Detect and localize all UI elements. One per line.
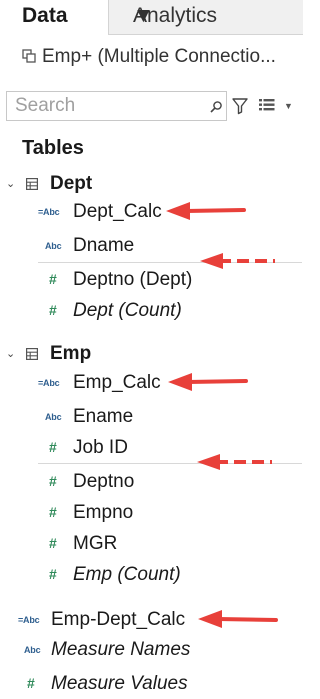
field-row[interactable]: =Abc Dept_Calc [0, 197, 302, 227]
field-row[interactable]: Abc Ename [0, 402, 302, 432]
tab-data[interactable]: Data [0, 0, 108, 34]
string-icon: Abc [45, 412, 62, 422]
number-icon: # [49, 535, 57, 551]
search-box[interactable] [6, 91, 227, 121]
collapse-chevron-icon[interactable]: ⌄ [6, 177, 15, 190]
string-icon: Abc [45, 241, 62, 251]
solid-arrow-annotation [168, 373, 248, 391]
tab-data-label: Data [22, 4, 68, 27]
dashed-arrow-annotation [197, 454, 272, 470]
collapse-chevron-icon[interactable]: ⌄ [6, 347, 15, 360]
field-label: Deptno [73, 471, 135, 492]
data-source-selector[interactable]: Emp+ (Multiple Connectio... [22, 46, 276, 72]
calculated-string-icon: =Abc [18, 615, 40, 625]
search-input[interactable] [15, 95, 205, 117]
filter-icon[interactable] [232, 97, 248, 115]
calculated-string-icon: =Abc [38, 378, 60, 388]
chevron-down-icon[interactable]: ▼ [133, 4, 154, 28]
field-label: Emp_Calc [73, 372, 161, 393]
field-row[interactable]: # Dept (Count) [0, 296, 302, 326]
field-label: Emp (Count) [73, 564, 181, 585]
field-label: Dept_Calc [73, 201, 162, 222]
number-icon: # [49, 566, 57, 582]
field-row[interactable]: # Empno [0, 498, 302, 528]
number-icon: # [49, 271, 57, 287]
number-icon: # [49, 473, 57, 489]
chevron-down-icon[interactable]: ▼ [284, 101, 293, 111]
string-icon: Abc [24, 645, 41, 655]
field-label: Dname [73, 235, 135, 256]
number-icon: # [27, 675, 35, 691]
solid-arrow-annotation [166, 202, 246, 220]
field-label: Emp-Dept_Calc [51, 609, 186, 630]
data-source-name: Emp+ (Multiple Connectio... [42, 46, 276, 67]
field-label: Dept (Count) [73, 300, 182, 321]
solid-arrow-annotation [198, 610, 278, 628]
field-label: Job ID [73, 437, 128, 458]
field-row[interactable]: =Abc Emp_Calc [0, 368, 302, 398]
field-label: MGR [73, 533, 118, 554]
field-row[interactable]: Abc Measure Names [0, 635, 302, 665]
pane-tabs: Data Analytics ▼ [0, 0, 303, 35]
table-icon [26, 178, 38, 190]
field-label: Empno [73, 502, 134, 523]
field-row[interactable]: # Emp (Count) [0, 560, 302, 590]
field-row[interactable]: # MGR [0, 529, 302, 559]
table-icon [26, 348, 38, 360]
number-icon: # [49, 439, 57, 455]
field-label: Measure Values [51, 673, 188, 694]
number-icon: # [49, 302, 57, 318]
field-row[interactable]: # Measure Values [0, 669, 302, 699]
number-icon: # [49, 504, 57, 520]
calculated-string-icon: =Abc [38, 207, 60, 217]
field-label: Ename [73, 406, 134, 427]
search-icon[interactable] [209, 100, 223, 114]
database-link-icon [22, 49, 36, 63]
tab-analytics[interactable]: Analytics ▼ [108, 0, 303, 35]
field-label: Measure Names [51, 639, 191, 660]
tables-heading: Tables [22, 137, 84, 159]
list-view-icon[interactable] [259, 99, 275, 111]
field-label: Deptno (Dept) [73, 269, 193, 290]
dashed-arrow-annotation [200, 253, 275, 269]
